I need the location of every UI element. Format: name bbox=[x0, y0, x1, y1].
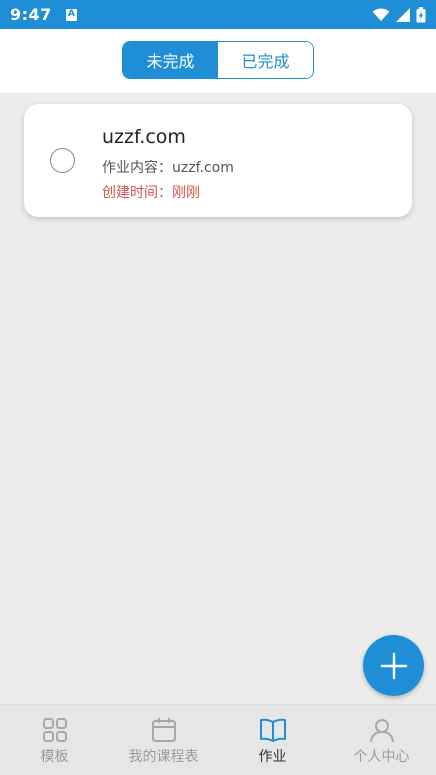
homework-card[interactable]: uzzf.com 作业内容：uzzf.com 创建时间：刚刚 bbox=[24, 104, 412, 217]
plus-icon bbox=[380, 652, 407, 679]
nav-label-templates: 模板 bbox=[40, 749, 69, 765]
person-icon bbox=[369, 719, 394, 743]
add-homework-button[interactable] bbox=[363, 635, 424, 696]
tab-incomplete[interactable]: 未完成 bbox=[123, 42, 218, 78]
status-icons bbox=[372, 6, 426, 23]
tab-completed[interactable]: 已完成 bbox=[218, 42, 313, 78]
battery-charging-icon bbox=[416, 6, 426, 22]
status-segmented-control: 未完成 已完成 bbox=[122, 41, 314, 79]
calendar-icon bbox=[151, 718, 176, 742]
homework-title: uzzf.com bbox=[102, 126, 186, 148]
nav-label-profile: 个人中心 bbox=[353, 749, 410, 765]
book-icon bbox=[259, 718, 286, 742]
a-icon: A bbox=[65, 8, 77, 21]
nav-label-homework: 作业 bbox=[258, 749, 287, 765]
complete-radio-button[interactable] bbox=[50, 148, 75, 173]
header: 未完成 已完成 bbox=[0, 29, 436, 93]
nav-label-schedule: 我的课程表 bbox=[128, 749, 199, 765]
signal-icon bbox=[396, 7, 410, 22]
status-bar: 9:47 A bbox=[0, 0, 436, 29]
nav-item-profile[interactable]: 个人中心 bbox=[327, 705, 436, 775]
app-screen: 9:47 A 未完成 已完成 uzzf.com 作业内容：uzzf.com 创建 bbox=[0, 0, 436, 775]
nav-item-templates[interactable]: 模板 bbox=[0, 705, 109, 775]
homework-created-time: 创建时间：刚刚 bbox=[102, 185, 200, 201]
bottom-navigation: 模板 我的课程表 作业 个人中心 bbox=[0, 704, 436, 775]
status-time: 9:47 bbox=[10, 5, 52, 24]
homework-content: 作业内容：uzzf.com bbox=[102, 160, 234, 176]
nav-item-schedule[interactable]: 我的课程表 bbox=[109, 705, 218, 775]
wifi-icon bbox=[372, 8, 390, 21]
grid-icon bbox=[42, 718, 67, 742]
nav-item-homework[interactable]: 作业 bbox=[218, 705, 327, 775]
